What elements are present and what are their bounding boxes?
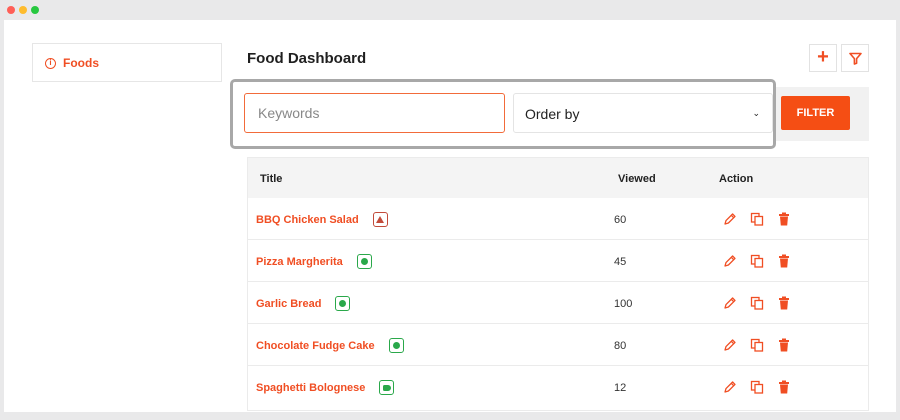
table-row: Garlic Bread 100	[248, 282, 868, 324]
row-actions	[722, 337, 792, 353]
window-titlebar	[0, 0, 900, 20]
viewed-count: 12	[614, 382, 627, 394]
non-veg-icon	[372, 212, 388, 227]
copy-icon	[750, 254, 764, 268]
food-title-link[interactable]: Chocolate Fudge Cake	[256, 338, 404, 353]
food-title-link[interactable]: Garlic Bread	[256, 296, 351, 311]
pencil-icon	[724, 297, 736, 309]
table-row: BBQ Chicken Salad 60	[248, 198, 868, 240]
copy-icon	[750, 212, 764, 226]
row-actions	[722, 253, 792, 269]
trash-icon	[779, 212, 789, 226]
delete-button[interactable]	[776, 211, 792, 227]
trash-icon	[779, 380, 789, 394]
window-frame-left	[0, 20, 4, 420]
trash-icon	[779, 338, 789, 352]
column-header-action: Action	[719, 173, 754, 185]
edit-button[interactable]	[722, 295, 738, 311]
copy-icon	[750, 338, 764, 352]
food-title: Garlic Bread	[256, 297, 322, 310]
viewed-count: 45	[614, 256, 627, 268]
delete-button[interactable]	[776, 295, 792, 311]
maximize-window-button[interactable]	[31, 6, 39, 14]
food-title-link[interactable]: Spaghetti Bolognese	[256, 380, 395, 395]
edit-button[interactable]	[722, 253, 738, 269]
viewed-count: 100	[614, 298, 633, 310]
table-row: Spaghetti Bolognese 12	[248, 366, 868, 408]
viewed-count: 60	[614, 214, 627, 226]
veg-icon	[335, 296, 351, 311]
sidebar-item-foods[interactable]: i Foods	[45, 56, 99, 70]
viewed-count: 80	[614, 340, 627, 352]
table-header: Title Viewed Action	[248, 158, 868, 198]
pencil-icon	[724, 255, 736, 267]
column-header-viewed: Viewed	[618, 173, 656, 185]
order-by-label: Order by	[525, 106, 580, 122]
copy-icon	[750, 296, 764, 310]
food-title: Spaghetti Bolognese	[256, 381, 366, 394]
duplicate-button[interactable]	[749, 211, 765, 227]
chevron-down-icon: ⌄	[752, 108, 760, 118]
column-header-title: Title	[260, 173, 283, 185]
duplicate-button[interactable]	[749, 379, 765, 395]
filter-button[interactable]: FILTER	[781, 96, 850, 130]
delete-button[interactable]	[776, 379, 792, 395]
food-title: Chocolate Fudge Cake	[256, 339, 375, 352]
plus-icon: +	[817, 46, 829, 68]
pencil-icon	[724, 339, 736, 351]
trash-icon	[779, 296, 789, 310]
minimize-window-button[interactable]	[19, 6, 27, 14]
keywords-input[interactable]	[244, 93, 505, 133]
order-by-select[interactable]: Order by ⌄	[513, 93, 773, 133]
duplicate-button[interactable]	[749, 253, 765, 269]
duplicate-button[interactable]	[749, 337, 765, 353]
info-circle-icon: i	[45, 57, 56, 69]
food-title: Pizza Margherita	[256, 255, 343, 268]
pencil-icon	[724, 381, 736, 393]
toggle-filter-button[interactable]	[841, 44, 869, 72]
page-title: Food Dashboard	[247, 50, 367, 67]
row-actions	[722, 211, 792, 227]
duplicate-button[interactable]	[749, 295, 765, 311]
veg-icon	[356, 254, 372, 269]
add-food-button[interactable]: +	[809, 44, 837, 72]
funnel-icon	[848, 52, 862, 65]
copy-icon	[750, 380, 764, 394]
window-frame-right	[896, 20, 900, 420]
window-frame-bottom	[0, 412, 900, 420]
delete-button[interactable]	[776, 253, 792, 269]
veg-icon	[388, 338, 404, 353]
egg-icon	[379, 380, 395, 395]
delete-button[interactable]	[776, 337, 792, 353]
food-title-link[interactable]: Pizza Margherita	[256, 254, 372, 269]
row-actions	[722, 295, 792, 311]
edit-button[interactable]	[722, 337, 738, 353]
table-row: Pizza Margherita 45	[248, 240, 868, 282]
edit-button[interactable]	[722, 211, 738, 227]
edit-button[interactable]	[722, 379, 738, 395]
food-title-link[interactable]: BBQ Chicken Salad	[256, 212, 388, 227]
food-table: Title Viewed Action BBQ Chicken Salad 60…	[247, 157, 869, 411]
row-actions	[722, 379, 792, 395]
sidebar: i Foods	[32, 43, 222, 82]
trash-icon	[779, 254, 789, 268]
food-title: BBQ Chicken Salad	[256, 213, 359, 226]
table-row: Chocolate Fudge Cake 80	[248, 324, 868, 366]
close-window-button[interactable]	[7, 6, 15, 14]
pencil-icon	[724, 213, 736, 225]
sidebar-item-label: Foods	[63, 56, 99, 70]
